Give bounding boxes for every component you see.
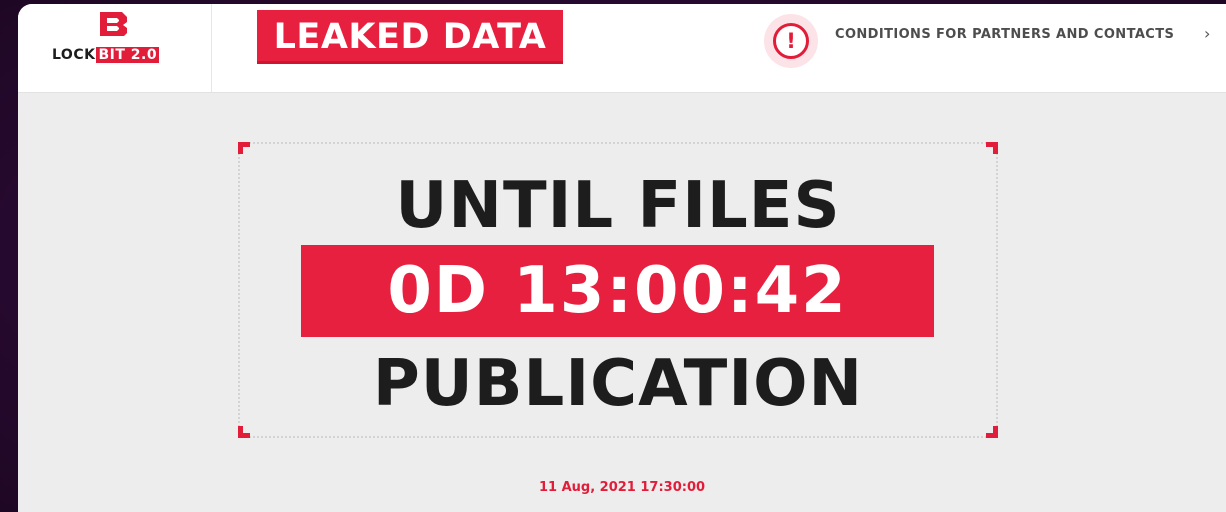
corner-bracket-icon <box>986 142 998 154</box>
window-frame: LOCK BIT 2.0 LEAKED DATA ! CONDITIONS FOR… <box>0 0 1226 512</box>
site-logo[interactable]: LOCK BIT 2.0 <box>18 4 212 92</box>
alert-glyph: ! <box>773 23 809 59</box>
site-header: LOCK BIT 2.0 LEAKED DATA ! CONDITIONS FOR… <box>18 4 1226 93</box>
countdown-heading-top: UNTIL FILES <box>395 169 841 243</box>
corner-bracket-icon <box>986 426 998 438</box>
corner-bracket-icon <box>238 426 250 438</box>
alert-exclamation-icon[interactable]: ! <box>764 14 818 68</box>
conditions-partners-contacts-link[interactable]: CONDITIONS FOR PARTNERS AND CONTACTS <box>835 27 1174 42</box>
countdown-panel: UNTIL FILES 0D 13:00:42 PUBLICATION <box>238 142 998 438</box>
lockbit-logo-icon <box>100 12 127 36</box>
page-viewport: LOCK BIT 2.0 LEAKED DATA ! CONDITIONS FOR… <box>18 4 1226 512</box>
logo-wordmark: LOCK BIT 2.0 <box>52 47 160 63</box>
logo-word: LOCK <box>52 47 96 63</box>
countdown-timer: 0D 13:00:42 <box>301 245 934 337</box>
leaked-data-button[interactable]: LEAKED DATA <box>257 10 563 64</box>
publication-date: 11 Aug, 2021 17:30:00 <box>538 480 706 495</box>
countdown-heading-bottom: PUBLICATION <box>372 347 864 421</box>
corner-bracket-icon <box>238 142 250 154</box>
chevron-right-icon[interactable]: › <box>1204 24 1210 43</box>
logo-version-badge: BIT 2.0 <box>96 47 160 63</box>
